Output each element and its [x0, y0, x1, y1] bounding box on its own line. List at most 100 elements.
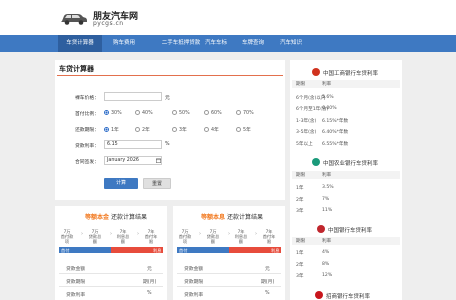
radio-icon: [236, 126, 241, 132]
arrow-icon: ›: [255, 231, 257, 237]
section-divider: [57, 75, 283, 76]
radio-icon: [204, 109, 209, 115]
nav-item-car-logos[interactable]: 汽车车标: [199, 35, 233, 52]
term-option-1[interactable]: 1年: [104, 126, 119, 133]
nav-item-car-knowledge[interactable]: 汽车知识: [274, 35, 308, 52]
row-divider: [59, 273, 163, 274]
rate-term: 2年: [296, 198, 304, 203]
main-nav: 车贷计算器 购车费用 二手车抵押贷款 汽车车标 车牌查询 汽车知识: [0, 35, 456, 52]
rate-value: 6.00%: [322, 106, 337, 111]
radio-icon: [236, 109, 241, 115]
boc-logo-icon: [317, 225, 325, 233]
radio-selected-icon: [104, 109, 109, 115]
rate-term: 1年: [296, 186, 304, 191]
result-row-label: 贷款期限: [66, 280, 86, 285]
calculator-title: 车贷计算器: [59, 65, 94, 73]
term-option-5[interactable]: 5年: [236, 126, 251, 133]
icbc-logo-icon: [312, 68, 320, 76]
nav-item-plate-lookup[interactable]: 车牌查询: [236, 35, 270, 52]
reset-button[interactable]: 重置: [143, 178, 171, 189]
rate-term: 3年: [296, 274, 304, 279]
abc-logo-icon: [312, 158, 320, 166]
rate-table-header: [292, 237, 400, 245]
rate-table-header: [292, 171, 400, 179]
result-step: 7年 首付年限: [262, 229, 276, 244]
rate-term: 2年: [296, 263, 304, 268]
bank-title-cmb: 招商银行车贷利率: [326, 294, 371, 300]
term-option-2[interactable]: 2年: [135, 126, 150, 133]
bar-left-label: 首付: [61, 247, 70, 253]
nav-item-loan-calculator[interactable]: 车贷计算器: [58, 35, 102, 52]
result-row-unit: 期(月): [261, 280, 275, 285]
result-row-label: 贷款金额: [66, 267, 86, 272]
result-row-unit: %: [147, 291, 152, 296]
bank-title-abc: 中国农业银行车贷利率: [323, 161, 379, 167]
bar-right-label: 利息: [271, 247, 280, 253]
radio-icon: [172, 109, 177, 115]
row-divider: [177, 273, 281, 274]
result-row-label: 贷款期限: [184, 280, 204, 285]
down-option-70[interactable]: 70%: [236, 109, 254, 116]
term-option-4[interactable]: 4年: [204, 126, 219, 133]
result-row-label: 贷款利率: [184, 293, 204, 298]
cmb-logo-icon: [315, 291, 323, 299]
price-input[interactable]: [104, 92, 162, 101]
rate-term: 5年以上: [296, 142, 313, 147]
result-row-unit: 元: [147, 267, 152, 272]
rate-value: 7%: [322, 197, 330, 202]
radio-selected-icon: [104, 126, 109, 132]
col-term-header: 期限: [296, 239, 306, 244]
arrow-icon: ›: [199, 231, 201, 237]
bank-title-boc: 中国银行车贷利率: [328, 228, 373, 234]
term-option-3[interactable]: 3年: [172, 126, 187, 133]
contract-date-label: 合同签发：: [75, 160, 99, 165]
arrow-icon: ›: [228, 231, 230, 237]
radio-icon: [135, 126, 140, 132]
col-term-header: 期限: [296, 82, 306, 87]
col-rate-header: 利率: [322, 82, 332, 87]
result-step: 7年 利息总额: [234, 229, 248, 244]
radio-icon: [135, 109, 140, 115]
rate-value: 3.5%: [322, 185, 334, 190]
rate-value: 4%: [322, 250, 330, 255]
result-title-equal-principal: 等额本金 还款计算结果: [85, 214, 147, 221]
rate-term: 3年: [296, 209, 304, 214]
nav-item-car-cost[interactable]: 购车费用: [103, 35, 145, 52]
down-option-30[interactable]: 30%: [104, 109, 122, 116]
result-row-unit: 期(月): [143, 280, 157, 285]
down-payment-label: 首付比例：: [75, 112, 99, 117]
result-step: 7年 首付年限: [144, 229, 158, 244]
result-row-unit: 元: [265, 267, 270, 272]
row-divider: [177, 286, 281, 287]
rate-value: 6.55%*年数: [322, 142, 349, 147]
down-option-50[interactable]: 50%: [172, 109, 190, 116]
down-option-40[interactable]: 40%: [135, 109, 153, 116]
bar-right-label: 利息: [153, 247, 162, 253]
rate-value: 11%: [322, 208, 333, 213]
contract-date-input[interactable]: January 2026: [104, 156, 162, 165]
result-step: 7万 贷款总额: [206, 229, 220, 244]
result-step: 7万 首付款项: [178, 229, 192, 244]
bar-left-label: 首付: [179, 247, 188, 253]
calendar-icon[interactable]: [156, 158, 161, 163]
rate-term: 1-3年(含): [296, 119, 317, 124]
down-option-60[interactable]: 60%: [204, 109, 222, 116]
rate-value: 6.15%*年数: [322, 119, 349, 124]
arrow-icon: ›: [137, 231, 139, 237]
col-rate-header: 利率: [322, 239, 332, 244]
rate-label: 贷款利率：: [75, 144, 99, 149]
result-row-label: 贷款利率: [66, 293, 86, 298]
car-logo-icon[interactable]: [60, 10, 88, 26]
rate-table-header: [292, 80, 400, 88]
result-row-unit: %: [265, 291, 270, 296]
rate-unit: %: [165, 142, 170, 147]
calculate-button[interactable]: 计算: [104, 178, 138, 189]
site-logo-subtitle: pycgs.cn: [93, 20, 124, 27]
col-term-header: 期限: [296, 173, 306, 178]
arrow-icon: ›: [110, 231, 112, 237]
price-unit: 元: [165, 96, 170, 101]
site-header: 朋友汽车网 pycgs.cn: [0, 0, 456, 35]
rate-term: 1年: [296, 251, 304, 256]
rate-input[interactable]: 6.15: [104, 140, 162, 149]
col-rate-header: 利率: [322, 173, 332, 178]
